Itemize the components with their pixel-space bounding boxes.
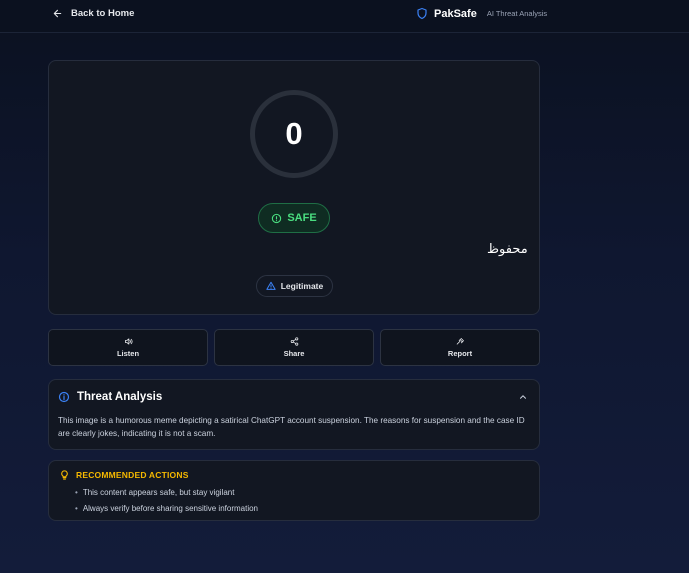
chevron-up-icon[interactable] bbox=[518, 392, 528, 402]
status-badge: SAFE bbox=[258, 203, 330, 233]
gavel-icon bbox=[456, 338, 464, 345]
share-button[interactable]: Share bbox=[214, 329, 374, 366]
listen-label: Listen bbox=[116, 349, 140, 358]
warning-triangle-icon bbox=[266, 281, 276, 290]
share-icon bbox=[290, 337, 298, 346]
back-to-home-link[interactable]: Back to Home bbox=[52, 8, 134, 19]
threat-analysis-header[interactable]: Threat Analysis bbox=[58, 391, 162, 403]
info-circle-icon bbox=[272, 213, 282, 223]
top-bar: Back to Home PakSafe AI Threat Analysis bbox=[0, 0, 689, 33]
recommended-actions-card: RECOMMENDED ACTIONS This content appears… bbox=[48, 460, 540, 521]
recommended-actions-title: RECOMMENDED ACTIONS bbox=[76, 470, 189, 480]
info-icon bbox=[58, 391, 70, 403]
threat-analysis-card: Threat Analysis This image is a humorous… bbox=[48, 379, 540, 450]
lightbulb-icon bbox=[61, 470, 68, 480]
report-button[interactable]: Report bbox=[380, 329, 540, 366]
threat-score-ring: 0 bbox=[250, 90, 338, 178]
score-card: 0 SAFE محفوظ Legitimate bbox=[48, 60, 540, 315]
threat-analysis-text: This image is a humorous meme depicting … bbox=[58, 416, 525, 438]
category-badge: Legitimate bbox=[256, 275, 333, 297]
threat-score-value: 0 bbox=[285, 116, 303, 151]
recommended-actions-list: This content appears safe, but stay vigi… bbox=[75, 485, 258, 517]
back-label: Back to Home bbox=[71, 8, 135, 19]
listen-button[interactable]: Listen bbox=[48, 329, 208, 366]
shield-icon bbox=[417, 7, 427, 20]
category-label: Legitimate bbox=[280, 281, 324, 291]
report-label: Report bbox=[447, 349, 473, 358]
urdu-status-label: محفوظ bbox=[487, 242, 528, 257]
brand-subtitle: AI Threat Analysis bbox=[486, 9, 548, 18]
recommended-actions-header: RECOMMENDED ACTIONS bbox=[59, 469, 189, 481]
threat-analysis-title: Threat Analysis bbox=[77, 391, 163, 403]
share-label: Share bbox=[283, 349, 305, 358]
speaker-icon bbox=[124, 338, 133, 345]
arrow-left-icon bbox=[53, 9, 62, 18]
status-label: SAFE bbox=[287, 212, 317, 224]
brand: PakSafe AI Threat Analysis bbox=[416, 7, 547, 20]
brand-name: PakSafe bbox=[434, 7, 477, 20]
list-item: Always verify before sharing sensitive i… bbox=[75, 501, 258, 517]
list-item: This content appears safe, but stay vigi… bbox=[75, 485, 258, 501]
